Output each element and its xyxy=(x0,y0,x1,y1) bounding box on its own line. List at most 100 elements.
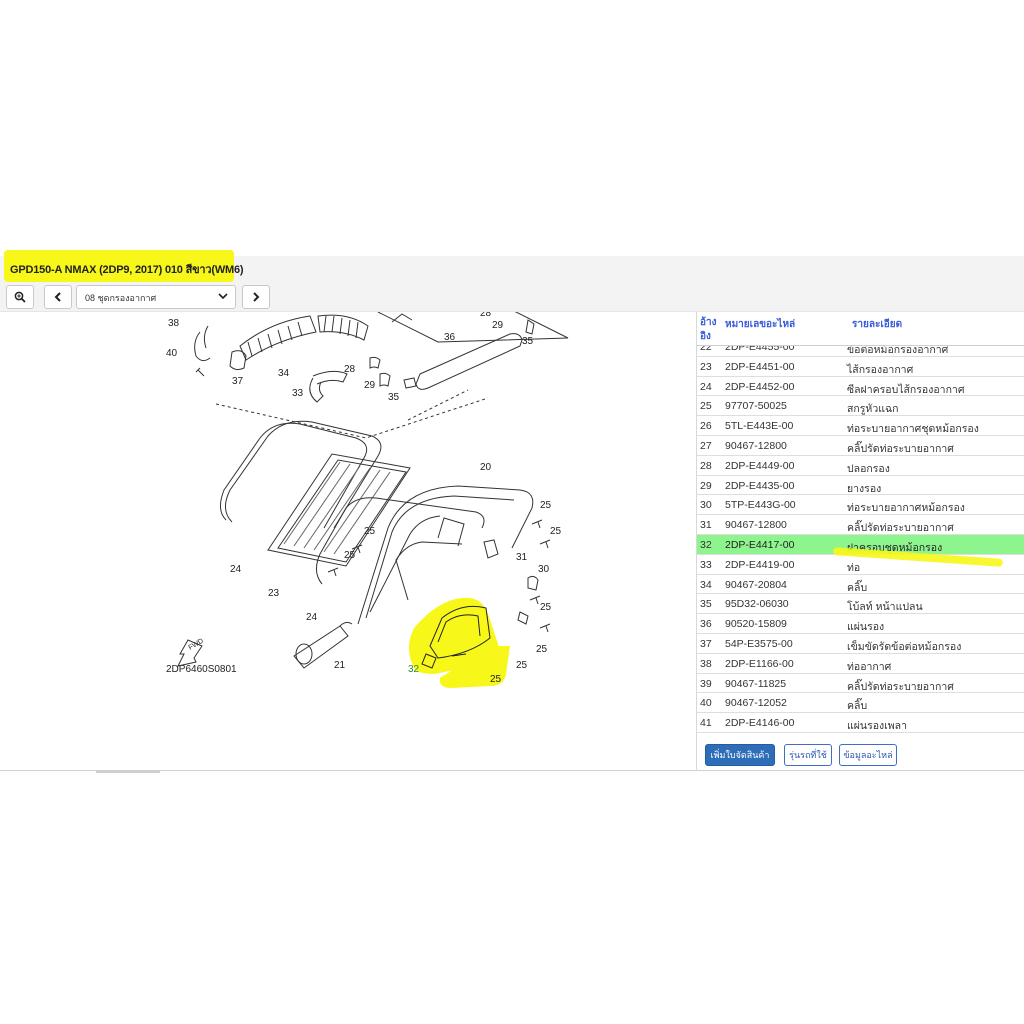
svg-text:35: 35 xyxy=(522,336,534,347)
row-part-no: 90520-15809 xyxy=(725,618,787,631)
table-row[interactable]: 30 5TP-E443G-00 ท่อระบายอากาศหม้อกรอง xyxy=(697,495,1024,516)
table-row[interactable]: 37 54P-E3575-00 เข็มขัดรัดข้อต่อหม้อกรอง xyxy=(697,634,1024,654)
table-row[interactable]: 26 5TL-E443E-00 ท่อระบายอากาศชุดหม้อกรอง xyxy=(697,416,1024,436)
table-row[interactable]: 38 2DP-E1166-00 ท่ออากาศ xyxy=(697,654,1024,674)
row-desc: ไส้กรองอากาศ xyxy=(847,363,914,376)
next-section-button[interactable] xyxy=(242,285,270,309)
svg-text:24: 24 xyxy=(306,612,318,623)
svg-text:36: 36 xyxy=(444,332,456,343)
svg-text:23: 23 xyxy=(268,588,280,599)
svg-text:25: 25 xyxy=(540,602,552,613)
svg-text:25: 25 xyxy=(364,526,376,537)
row-ref: 33 xyxy=(700,558,712,571)
parts-table: อ้าง อิง หมายเลขอะไหล่ รายละเอียด 22 2DP-… xyxy=(697,312,1024,734)
models-button[interactable]: รุ่นรถที่ใช้ xyxy=(784,744,832,766)
header-ref: อ้าง อิง xyxy=(700,317,717,342)
row-ref: 38 xyxy=(700,657,712,670)
row-desc: แผ่นรองเพลา xyxy=(847,720,908,733)
row-part-no: 90467-12800 xyxy=(725,519,787,532)
row-ref: 36 xyxy=(700,618,712,631)
table-row[interactable]: 34 90467-20804 คลิ๊บ xyxy=(697,575,1024,595)
row-ref: 41 xyxy=(700,717,712,730)
title-bar: GPD150-A NMAX (2DP9, 2017) 010 สีขาว(WM6… xyxy=(0,250,1024,284)
section-select[interactable]: 08 ชุดกรองอากาศ xyxy=(76,285,236,309)
table-row[interactable]: 33 2DP-E4419-00 ท่อ xyxy=(697,555,1024,575)
row-ref: 30 xyxy=(700,499,712,512)
row-part-no: 2DP-E4146-00 xyxy=(725,717,795,730)
svg-text:32: 32 xyxy=(408,664,420,675)
row-ref: 26 xyxy=(700,420,712,433)
svg-text:34: 34 xyxy=(278,368,290,379)
row-ref: 27 xyxy=(700,439,712,452)
row-ref: 34 xyxy=(700,578,712,591)
header-part-no: หมายเลขอะไหล่ xyxy=(725,319,796,330)
svg-text:30: 30 xyxy=(538,564,550,575)
table-row[interactable]: 31 90467-12800 คลิ๊ปรัดท่อระบายอากาศ xyxy=(697,515,1024,535)
diagram-code: 2DP6460S0801 xyxy=(166,664,237,675)
row-part-no: 90467-12052 xyxy=(725,697,787,710)
row-ref: 31 xyxy=(700,519,712,532)
row-ref: 32 xyxy=(700,538,712,551)
svg-text:25: 25 xyxy=(344,550,356,561)
chevron-right-icon xyxy=(253,292,260,302)
table-row[interactable]: 41 2DP-E4146-00 แผ่นรองเพลา xyxy=(697,713,1024,733)
zoom-button[interactable] xyxy=(6,285,34,309)
row-desc: ท่อระบายอากาศหม้อกรอง xyxy=(847,502,965,515)
row-ref: 24 xyxy=(700,380,712,393)
chevron-left-icon xyxy=(54,292,61,302)
row-part-no: 97707-50025 xyxy=(725,400,787,413)
table-row[interactable]: 24 2DP-E4452-00 ซีลฝาครอบไส้กรองอากาศ xyxy=(697,377,1024,397)
table-row[interactable]: 25 97707-50025 สกรูหัวแฉก xyxy=(697,396,1024,417)
row-part-no: 2DP-E4451-00 xyxy=(725,360,795,373)
svg-text:33: 33 xyxy=(292,388,304,399)
svg-text:25: 25 xyxy=(540,500,552,511)
table-row[interactable]: 27 90467-12800 คลิ๊ปรัดท่อระบายอากาศ xyxy=(697,436,1024,456)
row-part-no: 90467-20804 xyxy=(725,578,787,591)
table-row[interactable]: 32 2DP-E4417-00 ฝาครอบชุดหม้อกรอง xyxy=(697,534,1024,567)
row-desc: คลิ๊ปรัดท่อระบายอากาศ xyxy=(847,442,954,455)
row-desc: คลิ๊บ xyxy=(847,700,868,713)
horizontal-scrollbar[interactable] xyxy=(96,770,160,773)
svg-text:24: 24 xyxy=(230,564,242,575)
row-desc: ท่ออากาศ xyxy=(847,660,892,673)
table-row[interactable]: 35 95D32-06030 โบ้ลท์ หน้าแปลน xyxy=(697,594,1024,615)
row-part-no: 2DP-E4449-00 xyxy=(725,459,795,472)
prev-section-button[interactable] xyxy=(44,285,72,309)
parts-diagram-drawing: 38 40 37 34 33 28 29 35 36 28 29 35 20 2… xyxy=(166,312,569,688)
svg-text:29: 29 xyxy=(492,320,504,331)
row-part-no: 2DP-E4452-00 xyxy=(725,380,795,393)
row-desc: ท่อระบายอากาศชุดหม้อกรอง xyxy=(847,423,979,436)
svg-text:28: 28 xyxy=(344,364,356,375)
row-part-no: 5TL-E443E-00 xyxy=(725,420,794,433)
row-desc: ปลอกรอง xyxy=(847,462,890,475)
row-ref: 40 xyxy=(700,697,712,710)
add-to-cart-button[interactable]: เพิ่มใบจัดสินค้า xyxy=(705,744,775,766)
parts-diagram[interactable]: 38 40 37 34 33 28 29 35 36 28 29 35 20 2… xyxy=(108,312,593,738)
row-part-no: 2DP-E4417-00 xyxy=(725,538,795,551)
row-part-no: 95D32-06030 xyxy=(725,598,789,611)
table-row[interactable]: 28 2DP-E4449-00 ปลอกรอง xyxy=(697,456,1024,476)
table-row[interactable]: 29 2DP-E4435-00 ยางรอง xyxy=(697,476,1024,496)
row-desc: ท่อ xyxy=(847,561,861,574)
table-row[interactable]: 23 2DP-E4451-00 ไส้กรองอากาศ xyxy=(697,357,1024,377)
row-part-no: 5TP-E443G-00 xyxy=(725,499,796,512)
row-desc: คลิ๊บ xyxy=(847,581,868,594)
table-row[interactable]: 39 90467-11825 คลิ๊ปรัดท่อระบายอากาศ xyxy=(697,674,1024,694)
row-part-no: 2DP-E4419-00 xyxy=(725,558,795,571)
row-part-no: 54P-E3575-00 xyxy=(725,637,793,650)
row-desc: คลิ๊ปรัดท่อระบายอากาศ xyxy=(847,680,954,693)
table-row[interactable]: 40 90467-12052 คลิ๊บ xyxy=(697,693,1024,714)
row-part-no: 90467-12800 xyxy=(725,439,787,452)
table-row[interactable]: 36 90520-15809 แผ่นรอง xyxy=(697,614,1024,634)
part-info-button[interactable]: ข้อมูลอะไหล่ xyxy=(839,744,897,766)
section-select-value: 08 ชุดกรองอากาศ xyxy=(85,293,157,303)
chevron-down-icon xyxy=(218,291,228,304)
row-desc: ยางรอง xyxy=(847,482,882,495)
row-part-no: 2DP-E4435-00 xyxy=(725,479,795,492)
action-buttons: เพิ่มใบจัดสินค้า รุ่นรถที่ใช้ ข้อมูลอะไห… xyxy=(697,744,1024,770)
row-desc: สกรูหัวแฉก xyxy=(847,403,899,416)
row-part-no: 90467-11825 xyxy=(725,677,787,690)
header-desc: รายละเอียด xyxy=(852,319,903,330)
row-desc: ซีลฝาครอบไส้กรองอากาศ xyxy=(847,383,965,396)
row-desc: เข็มขัดรัดข้อต่อหม้อกรอง xyxy=(847,640,962,653)
